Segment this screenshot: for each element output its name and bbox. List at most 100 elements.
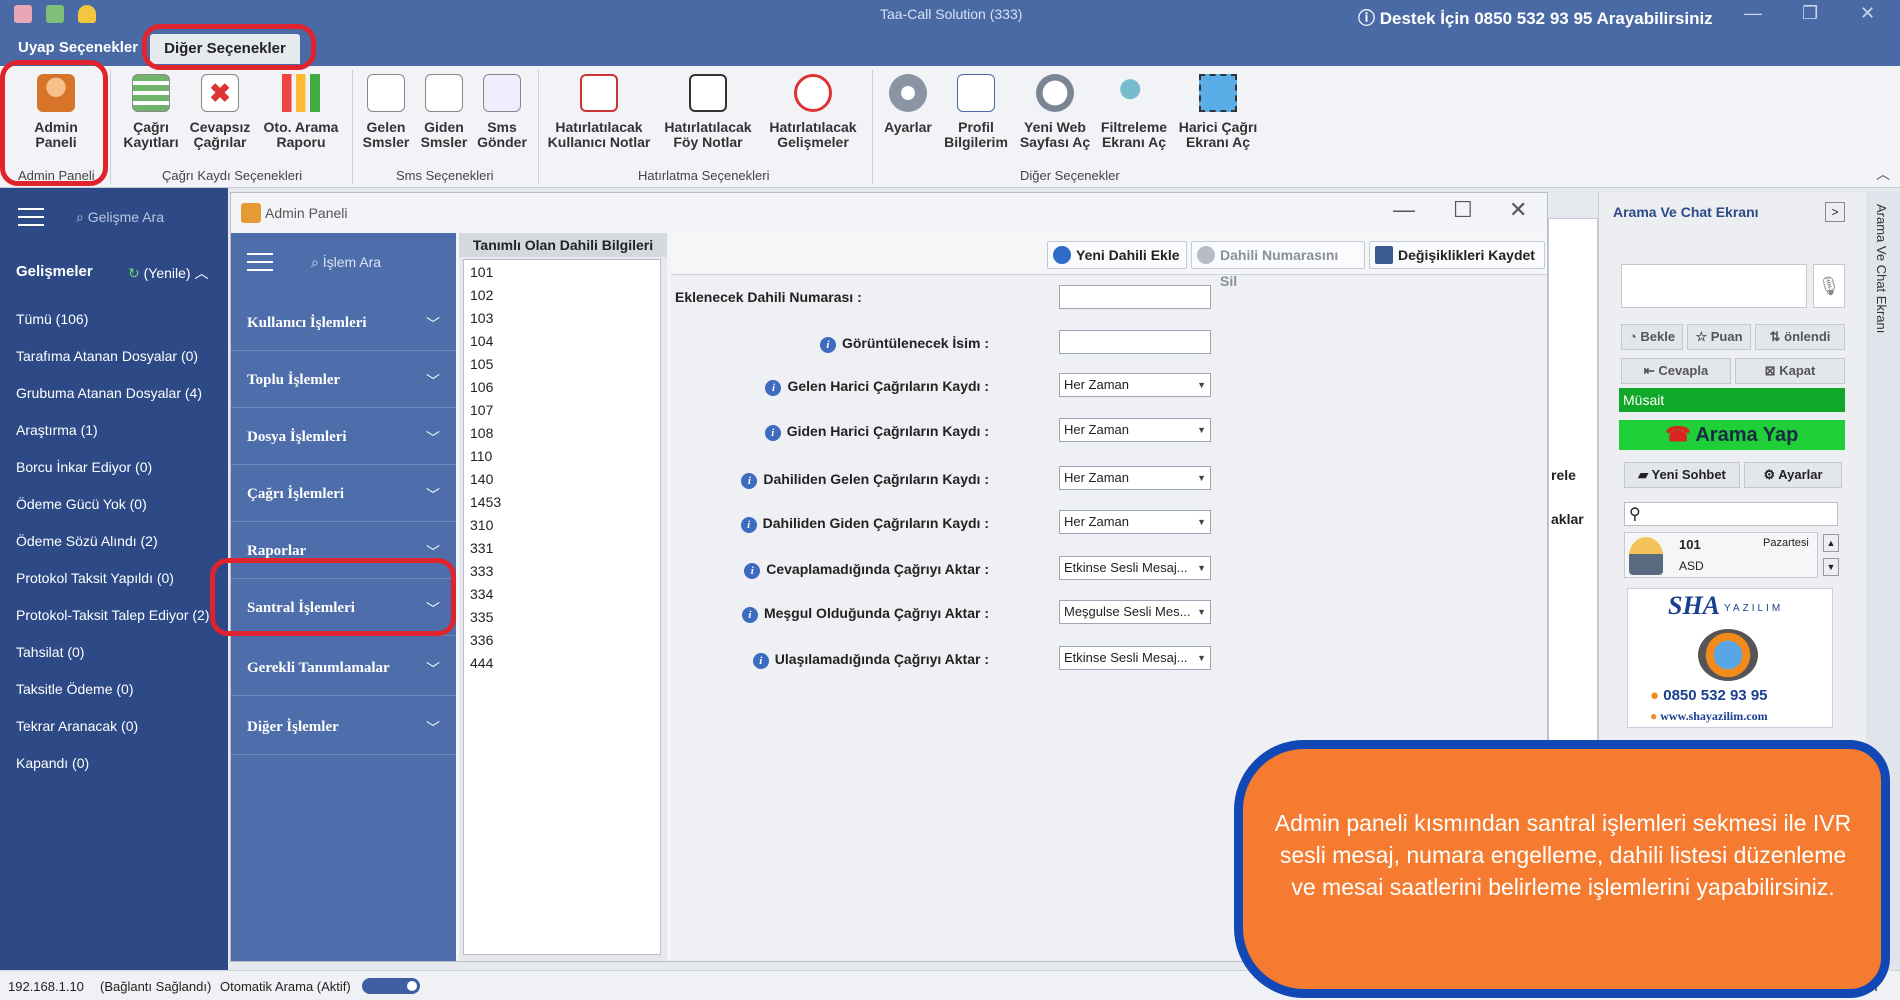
- list-item[interactable]: 105: [470, 356, 493, 372]
- chat-settings-button[interactable]: ⚙ Ayarlar: [1744, 462, 1842, 488]
- answer-button[interactable]: ⇤ Cevapla: [1621, 358, 1731, 384]
- add-extension-button[interactable]: Yeni Dahili Ekle: [1047, 241, 1187, 269]
- delete-extension-button[interactable]: Dahili Numarasını Sil: [1191, 241, 1365, 289]
- list-item[interactable]: 334: [470, 586, 493, 602]
- busy-forward-select[interactable]: Meşgulse Sesli Mes... ▼: [1059, 600, 1211, 624]
- network-icon[interactable]: [46, 5, 64, 23]
- list-item[interactable]: 140: [470, 471, 493, 487]
- list-item[interactable]: Taksitle Ödeme (0): [16, 681, 133, 697]
- list-item[interactable]: 102: [470, 287, 493, 303]
- display-name-field[interactable]: [1059, 330, 1211, 354]
- close-icon[interactable]: ✕: [1860, 3, 1875, 24]
- internal-incoming-record-select[interactable]: Her Zaman ▼: [1059, 466, 1211, 490]
- background-button[interactable]: aklar: [1551, 511, 1584, 527]
- outgoing-sms-button[interactable]: Giden Smsler: [416, 74, 472, 150]
- collapse-icon[interactable]: >: [1825, 202, 1845, 222]
- contact-number: 101: [1679, 537, 1701, 552]
- list-item[interactable]: 336: [470, 632, 493, 648]
- profile-button[interactable]: Profil Bilgilerim: [940, 74, 1012, 150]
- nav-item-bulk[interactable]: Toplu İşlemler ﹀: [231, 354, 456, 408]
- user-notes-button[interactable]: Hatırlatılacak Kullanıcı Notlar: [544, 74, 654, 150]
- close-icon[interactable]: ✕: [1509, 197, 1527, 223]
- send-sms-button[interactable]: Sms Gönder: [474, 74, 530, 150]
- restore-icon[interactable]: ❐: [1802, 3, 1818, 24]
- list-item[interactable]: 107: [470, 402, 493, 418]
- list-item[interactable]: 106: [470, 379, 493, 395]
- call-button[interactable]: ☎ Arama Yap: [1619, 420, 1845, 450]
- list-item[interactable]: Tahsilat (0): [16, 644, 84, 660]
- hangup-button[interactable]: ⊠ Kapat: [1735, 358, 1845, 384]
- nav-item-users[interactable]: Kullanıcı İşlemleri ﹀: [231, 297, 456, 351]
- filter-screen-button[interactable]: Filtreleme Ekranı Aç: [1096, 74, 1172, 150]
- extension-number-field[interactable]: [1059, 285, 1211, 309]
- settings-button[interactable]: Ayarlar: [878, 74, 938, 135]
- list-item[interactable]: 108: [470, 425, 493, 441]
- list-item[interactable]: 110: [470, 448, 492, 464]
- list-item[interactable]: 335: [470, 609, 493, 625]
- nav-item-other[interactable]: Diğer İşlemler ﹀: [231, 701, 456, 755]
- list-item[interactable]: Protokol-Taksit Talep Ediyor (2): [16, 607, 209, 623]
- minimize-icon[interactable]: —: [1393, 197, 1415, 223]
- nav-item-definitions[interactable]: Gerekli Tanımlamalar ﹀: [231, 642, 456, 696]
- list-item[interactable]: Borcu İnkar Ediyor (0): [16, 459, 152, 475]
- list-item[interactable]: Protokol Taksit Yapıldı (0): [16, 570, 174, 586]
- nav-item-files[interactable]: Dosya İşlemleri ﹀: [231, 411, 456, 465]
- list-item[interactable]: Tekrar Aranacak (0): [16, 718, 138, 734]
- new-web-page-button[interactable]: Yeni Web Sayfası Aç: [1018, 74, 1092, 150]
- auto-call-report-button[interactable]: Oto. Arama Raporu: [258, 74, 344, 150]
- hold-button[interactable]: ◔ Bekle: [1621, 324, 1683, 350]
- save-changes-button[interactable]: Değişiklikleri Kaydet: [1369, 241, 1545, 269]
- scroll-up-icon[interactable]: ▲: [1823, 534, 1839, 552]
- tab-uyap[interactable]: Uyap Seçenekler: [18, 39, 138, 56]
- refresh-button[interactable]: ↻ (Yenile) ︿: [128, 263, 208, 283]
- external-call-screen-button[interactable]: Harici Çağrı Ekranı Aç: [1176, 74, 1260, 150]
- scroll-down-icon[interactable]: ▼: [1823, 558, 1839, 576]
- list-item[interactable]: 310: [470, 517, 493, 533]
- reminder-developments-button[interactable]: Hatırlatılacak Gelişmeler: [762, 74, 864, 150]
- list-item[interactable]: Tümü (106): [16, 311, 88, 327]
- list-item[interactable]: Ödeme Sözü Alındı (2): [16, 533, 158, 549]
- list-item[interactable]: Araştırma (1): [16, 422, 98, 438]
- menu-icon[interactable]: [247, 253, 273, 277]
- list-item[interactable]: 101: [470, 264, 493, 280]
- bell-icon[interactable]: [78, 5, 96, 23]
- minimize-icon[interactable]: —: [1744, 3, 1762, 24]
- incoming-sms-button[interactable]: Gelen Smsler: [358, 74, 414, 150]
- chat-search-input[interactable]: ⚲: [1624, 502, 1838, 526]
- microphone-icon[interactable]: 🎙: [1813, 264, 1845, 308]
- nav-item-calls[interactable]: Çağrı İşlemleri ﹀: [231, 468, 456, 522]
- ribbon-collapse-icon[interactable]: ︿: [1876, 164, 1890, 184]
- list-item[interactable]: 444: [470, 655, 493, 671]
- call-records-button[interactable]: Çağrı Kayıtları: [118, 74, 184, 150]
- list-item[interactable]: Grubuma Atanan Dosyalar (4): [16, 385, 202, 401]
- dial-input[interactable]: [1621, 264, 1807, 308]
- missed-calls-button[interactable]: ✖ Cevapsız Çağrılar: [186, 74, 254, 150]
- auto-call-toggle[interactable]: [362, 978, 420, 994]
- list-item[interactable]: 331: [470, 540, 493, 556]
- no-answer-forward-select[interactable]: Etkinse Sesli Mesaj... ▼: [1059, 556, 1211, 580]
- rate-button[interactable]: ☆ Puan: [1687, 324, 1751, 350]
- new-chat-button[interactable]: ▰ Yeni Sohbet: [1624, 462, 1740, 488]
- list-item[interactable]: 1453: [470, 494, 501, 510]
- info-icon: i: [752, 653, 769, 669]
- list-item[interactable]: Ödeme Gücü Yok (0): [16, 496, 147, 512]
- left-search-input[interactable]: ⌕ Gelişme Ara: [76, 209, 164, 226]
- list-item[interactable]: Tarafıma Atanan Dosyalar (0): [16, 348, 198, 364]
- contact-card[interactable]: 101 Pazartesi ASD: [1624, 532, 1818, 578]
- list-item[interactable]: Kapandı (0): [16, 755, 89, 771]
- foy-notes-button[interactable]: Hatırlatılacak Föy Notlar: [658, 74, 758, 150]
- status-select[interactable]: Müsait: [1619, 388, 1845, 412]
- internal-outgoing-record-select[interactable]: Her Zaman ▼: [1059, 510, 1211, 534]
- maximize-icon[interactable]: ☐: [1453, 197, 1473, 223]
- menu-icon[interactable]: [18, 208, 44, 232]
- unreachable-forward-select[interactable]: Etkinse Sesli Mesaj... ▼: [1059, 646, 1211, 670]
- incoming-external-record-select[interactable]: Her Zaman ▼: [1059, 373, 1211, 397]
- extensions-list[interactable]: 101 102 103 104 105 106 107 108 110 140 …: [463, 259, 661, 955]
- list-item[interactable]: 333: [470, 563, 493, 579]
- forward-button[interactable]: ⇅ önlendi: [1755, 324, 1845, 350]
- list-item[interactable]: 103: [470, 310, 493, 326]
- outgoing-external-record-select[interactable]: Her Zaman ▼: [1059, 418, 1211, 442]
- list-item[interactable]: 104: [470, 333, 493, 349]
- nav-search-input[interactable]: ⌕ İşlem Ara: [311, 254, 381, 271]
- background-button[interactable]: rele: [1551, 467, 1576, 483]
